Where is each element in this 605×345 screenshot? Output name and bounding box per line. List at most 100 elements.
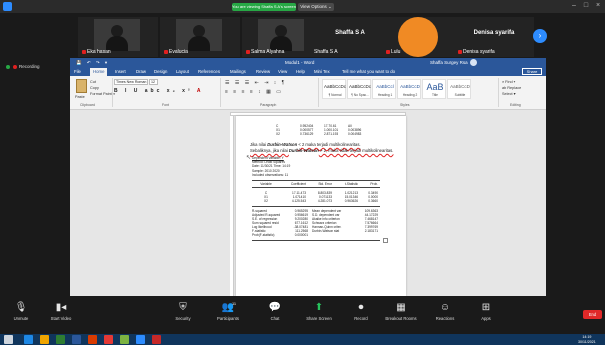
font-size-dropdown[interactable]: 12 [149, 79, 158, 85]
font-color-button[interactable]: A [197, 88, 204, 94]
pdf-reader-icon[interactable] [104, 335, 113, 344]
participants-count: 11 [232, 301, 237, 306]
system-clock: 14:19 30/11/2021 [578, 335, 596, 344]
participant-tile[interactable]: Eka hasan [78, 17, 158, 57]
participant-name: Eka hasan [87, 49, 111, 55]
alignment-buttons[interactable]: ≡ ≡ ≡ ≡ ↕ ▦ ▭ [225, 89, 283, 95]
tab-review[interactable]: Review [256, 68, 270, 76]
paragraph-line: Sebaliknya, jika nilai Durbin-Watson > 2… [250, 148, 400, 154]
style-title[interactable]: AaB Title [422, 79, 446, 99]
document-page[interactable]: C 0.952404 17.70.61 All X1 0.000577 1.000.101… [236, 116, 406, 296]
table-cell: 0.3660 [368, 199, 378, 203]
excel-icon[interactable] [56, 335, 65, 344]
font-format-buttons[interactable]: B I U abc x₂ x² A [114, 88, 203, 94]
paste-button[interactable]: Paste [75, 95, 85, 99]
edge-browser-icon[interactable] [24, 335, 33, 344]
tab-file[interactable]: File [74, 68, 81, 76]
list-buttons[interactable]: ☰ ☰ ☰ ⇤ ⇥ ↕ ¶ [225, 80, 286, 86]
table-header-cell: Coefficient [290, 182, 306, 186]
style-normal[interactable]: AaBbCcDc ¶ Normal [322, 79, 346, 99]
participant-tile[interactable]: Denisa syarifa Denisa syarifa [454, 17, 534, 57]
format-buttons-label[interactable]: B I U abc x₂ x² [114, 88, 193, 94]
chat-bubble-icon: 💬 [268, 302, 282, 313]
participants-button[interactable]: 👥 11 Participants [211, 301, 245, 321]
editing-group-label: Editing [510, 103, 521, 107]
regression-coef-table: Variable Coefficient Std. Error t-Statistic… [252, 182, 378, 186]
next-page-arrow-icon[interactable]: › [533, 29, 547, 43]
style-heading-2[interactable]: AaBbCcD Heading 2 [397, 79, 421, 99]
zoom-taskbar-icon[interactable] [136, 335, 145, 344]
start-menu-icon[interactable] [4, 335, 13, 344]
table-cell: X2 [264, 199, 268, 203]
tab-layout[interactable]: Layout [176, 68, 189, 76]
avatar[interactable] [470, 59, 477, 66]
tab-design[interactable]: Design [154, 68, 167, 76]
style-sample: AaBbCcl [376, 84, 394, 89]
tab-help[interactable]: Help [296, 68, 305, 76]
mic-muted-icon [458, 49, 462, 54]
table-cell: 4.125.543 [291, 199, 306, 203]
image-resize-handle[interactable] [383, 238, 388, 243]
font-name-dropdown[interactable]: Times New Roman [114, 79, 148, 85]
paste-icon[interactable] [76, 79, 87, 93]
share-screen-button[interactable]: ⬆ Share Screen [302, 302, 336, 321]
minitab-icon[interactable] [152, 335, 161, 344]
table-header-cell: Std. Error [318, 182, 332, 186]
view-options-button[interactable]: View Options ⌄ [298, 3, 334, 11]
top-coefficient-table: C 0.952404 17.70.61 All X1 0.000577 1.000.101… [276, 124, 361, 136]
start-video-button[interactable]: ▮◂ Start Video [44, 302, 78, 321]
style-name: Heading 1 [377, 93, 393, 97]
table-cell: 0.000001 [294, 233, 308, 237]
smiley-icon: ☺ [439, 302, 451, 313]
record-button[interactable]: ⏺ Record [344, 302, 378, 321]
select-button[interactable]: Select ▾ [502, 91, 521, 97]
tab-home[interactable]: Home [90, 68, 108, 76]
style-sample: AaBbCcDc [349, 84, 371, 89]
close-icon[interactable]: × [594, 2, 602, 10]
vertical-ruler[interactable] [230, 116, 234, 296]
account-name: Shaffa Surgey Rsa [430, 60, 468, 65]
apps-button[interactable]: ⊞ Apps [469, 302, 503, 321]
reactions-button[interactable]: ☺ Reactions [428, 302, 462, 321]
insertion-cursor-icon: ↖ [246, 155, 252, 161]
tab-minitab[interactable]: Mini Tex [314, 68, 330, 76]
cut-button[interactable]: Cut [90, 80, 96, 84]
style-subtitle[interactable]: AaBbCcD Subtitle [447, 79, 471, 99]
text-run: Durbin-Watson [288, 148, 319, 153]
share-button[interactable]: Share [522, 68, 542, 75]
tab-references[interactable]: References [198, 68, 220, 76]
status-dot-icon [6, 64, 10, 69]
style-no-spacing[interactable]: AaBbCcDc ¶ No Spac... [347, 79, 371, 99]
participant-tile[interactable]: Lulu [382, 17, 462, 57]
chat-button[interactable]: 💬 Chat [258, 302, 292, 321]
end-meeting-button[interactable]: End [583, 310, 602, 319]
copy-button[interactable]: Copy [90, 86, 99, 90]
share-screen-icon: ⬆ [314, 302, 324, 313]
style-heading-1[interactable]: AaBbCcl Heading 1 [372, 79, 396, 99]
maximize-icon[interactable]: □ [582, 2, 590, 10]
app-icon[interactable] [120, 335, 129, 344]
tab-mailings[interactable]: Mailings [230, 68, 246, 76]
participant-tile[interactable]: Shaffa S A Shaffa S A [310, 17, 390, 57]
divider [112, 78, 113, 107]
button-label: Record [354, 316, 368, 321]
tab-view[interactable]: View [278, 68, 287, 76]
table-header-cell: Prob. [370, 182, 378, 186]
file-explorer-icon[interactable] [40, 335, 49, 344]
participant-tile[interactable]: Evalucia [160, 17, 240, 57]
security-button[interactable]: ⛨ Security [166, 302, 200, 321]
text-run: < 2 maka terjadi multikolinearitas. [297, 142, 361, 147]
word-icon[interactable] [72, 335, 81, 344]
mic-muted-icon [164, 49, 168, 54]
table-cell: 0.004983 [348, 132, 362, 136]
minimize-icon[interactable]: – [570, 2, 578, 10]
tab-insert[interactable]: Insert [115, 68, 126, 76]
unmute-button[interactable]: 🎙 Unmute [4, 302, 38, 321]
apps-grid-icon: ⊞ [481, 302, 491, 313]
breakout-rooms-button[interactable]: ▦ Breakout Rooms [384, 302, 418, 321]
powerpoint-icon[interactable] [88, 335, 97, 344]
quick-access-toolbar[interactable]: 💾 ↶ ↷ ▾ [76, 58, 109, 67]
tell-me-search[interactable]: Tell me what you want to do [342, 68, 395, 76]
tab-draw[interactable]: Draw [136, 68, 146, 76]
button-label: Chat [270, 316, 280, 321]
